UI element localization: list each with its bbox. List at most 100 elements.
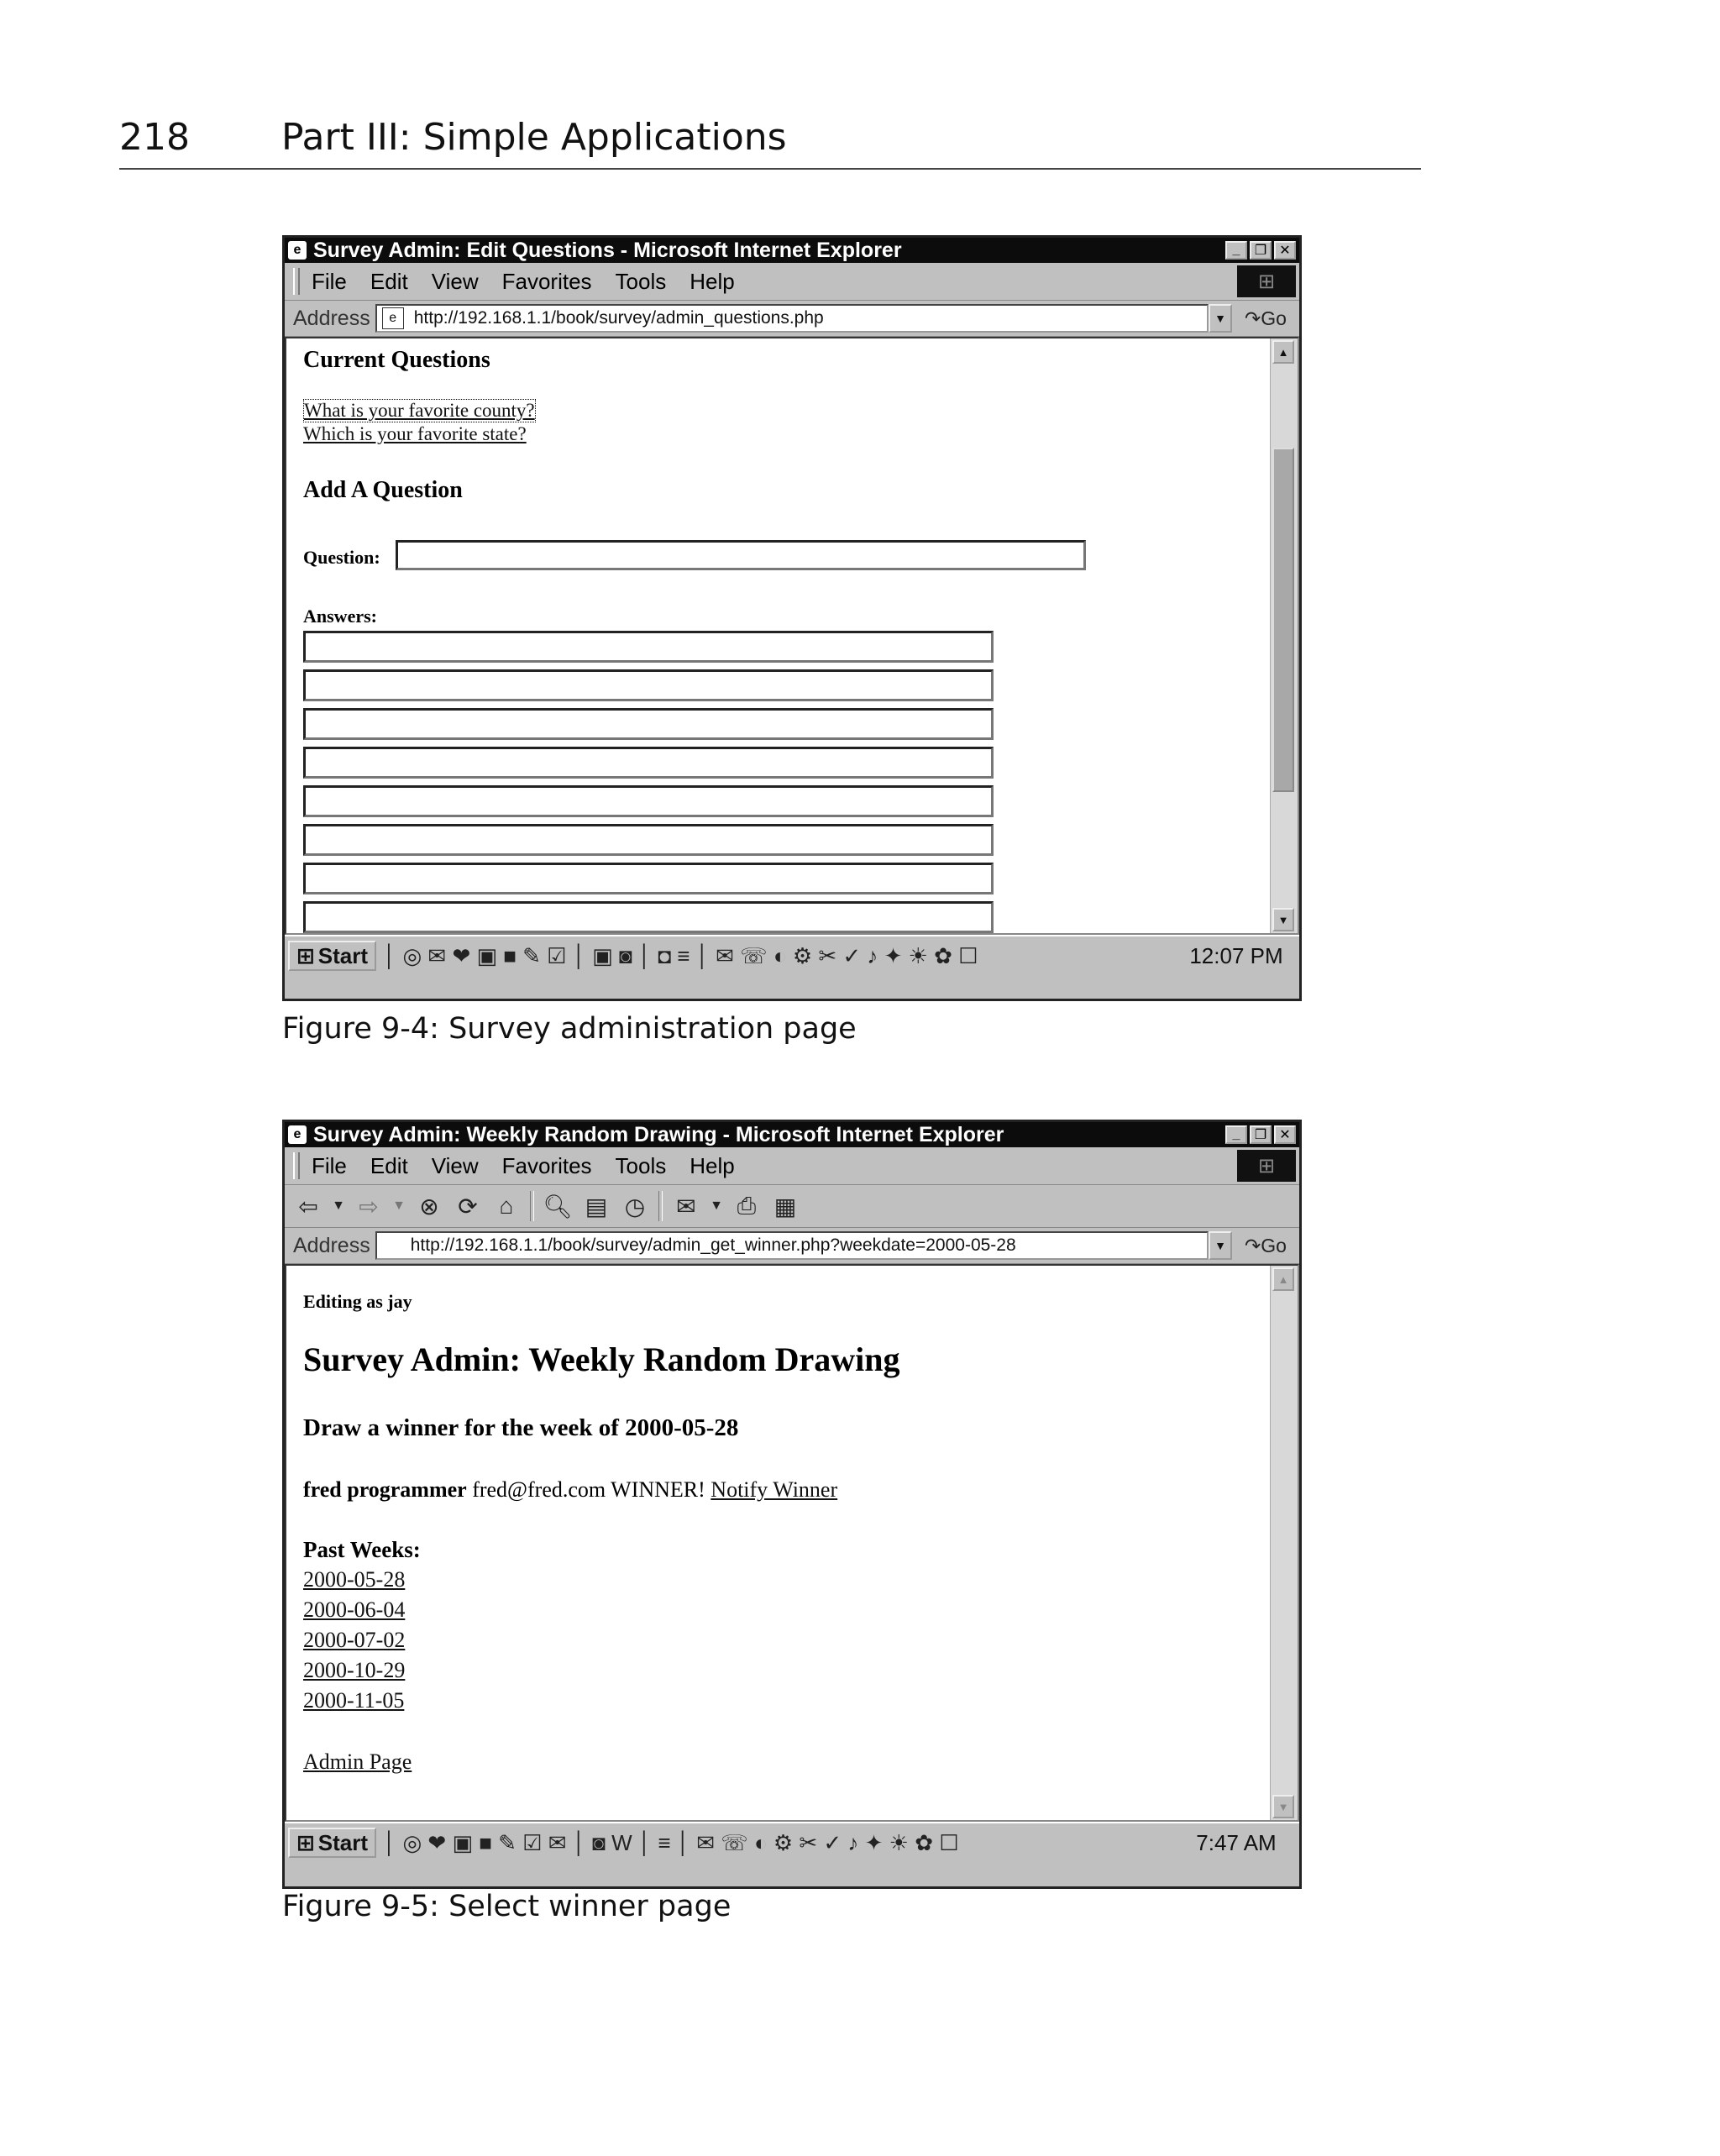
browser-window-edit-questions: e Survey Admin: Edit Questions - Microso… (282, 235, 1302, 1001)
windows-logo-icon: ⊞ (1237, 265, 1296, 297)
winner-email: fred@fred.com (472, 1477, 606, 1502)
page-content: Current Questions What is your favorite … (285, 337, 1299, 935)
scroll-down-arrow-icon[interactable]: ▼ (1272, 908, 1294, 931)
minimize-button[interactable]: _ (1225, 241, 1247, 260)
history-icon[interactable]: ◷ (620, 1191, 650, 1221)
past-week-link[interactable]: 2000-05-28 (303, 1567, 405, 1592)
menu-tools[interactable]: Tools (616, 269, 667, 295)
menu-favorites[interactable]: Favorites (502, 1153, 592, 1179)
winner-status: WINNER! (611, 1477, 705, 1502)
go-button[interactable]: ↷ Go (1232, 307, 1299, 330)
scroll-up-arrow-icon[interactable]: ▲ (1272, 1267, 1294, 1291)
home-icon[interactable]: ⌂ (491, 1191, 522, 1221)
answer-input[interactable] (303, 631, 994, 663)
menu-help[interactable]: Help (690, 269, 734, 295)
draw-subtitle: Draw a winner for the week of 2000-05-28 (303, 1414, 739, 1441)
scrollbar-thumb[interactable] (1272, 448, 1294, 792)
answers-label: Answers: (303, 606, 377, 627)
past-week-link[interactable]: 2000-06-04 (303, 1597, 405, 1623)
vertical-scrollbar[interactable]: ▲ ▼ (1270, 1266, 1298, 1820)
taskbar: ⊞ Start │ ◎ ❤ ▣ ■ ✎ ☑ ✉ │ ◙ W │ ≡ │ ✉ ☏ ◐… (285, 1822, 1299, 1862)
back-icon[interactable]: ⇦ (293, 1191, 323, 1221)
page-title: Survey Admin: Weekly Random Drawing (303, 1340, 900, 1378)
print-icon[interactable]: ⎙ (732, 1191, 762, 1221)
address-input[interactable]: e http://192.168.1.1/book/survey/admin_q… (375, 304, 1209, 333)
scroll-up-arrow-icon[interactable]: ▲ (1272, 340, 1294, 364)
page-content: Editing as jay Survey Admin: Weekly Rand… (285, 1264, 1299, 1822)
window-title: Survey Admin: Weekly Random Drawing - Mi… (313, 1122, 1004, 1146)
menu-file[interactable]: File (312, 269, 347, 295)
windows-flag-icon: ⊞ (296, 942, 315, 968)
question-input[interactable] (396, 540, 1086, 570)
menu-file[interactable]: File (312, 1153, 347, 1179)
editing-as-label: Editing as jay (303, 1291, 412, 1312)
refresh-icon[interactable]: ⟳ (453, 1191, 483, 1221)
stop-icon[interactable]: ⊗ (414, 1191, 444, 1221)
page-icon: e (381, 307, 404, 329)
answer-input[interactable] (303, 824, 994, 856)
quick-launch-icons[interactable]: │ ◎ ❤ ▣ ■ ✎ ☑ ✉ │ ◙ W │ ≡ │ ✉ ☏ ◐ ⚙ ✂ ✓ … (383, 1830, 1167, 1856)
mail-dropdown-icon[interactable]: ▼ (710, 1191, 723, 1221)
restore-button[interactable]: ❐ (1250, 1125, 1272, 1144)
close-button[interactable]: ✕ (1274, 241, 1296, 260)
forward-icon[interactable]: ⇨ (354, 1191, 384, 1221)
past-week-link[interactable]: 2000-11-05 (303, 1688, 404, 1713)
start-button[interactable]: ⊞ Start (288, 1828, 377, 1858)
toolbar-separator (530, 1191, 534, 1221)
title-bar[interactable]: e Survey Admin: Edit Questions - Microso… (285, 238, 1299, 263)
menu-tools[interactable]: Tools (616, 1153, 667, 1179)
menu-edit[interactable]: Edit (370, 269, 408, 295)
search-icon[interactable]: 🔍︎ (543, 1191, 573, 1221)
past-week-link[interactable]: 2000-10-29 (303, 1658, 405, 1683)
menu-bar: File Edit View Favorites Tools Help ⊞ (285, 1147, 1299, 1185)
answer-input[interactable] (303, 708, 994, 740)
menu-edit[interactable]: Edit (370, 1153, 408, 1179)
address-url: http://192.168.1.1/book/survey/admin_get… (410, 1235, 1016, 1255)
favorites-icon[interactable]: ▤ (581, 1191, 611, 1221)
question-link[interactable]: What is your favorite county? (303, 399, 536, 422)
answer-input[interactable] (303, 901, 994, 933)
menu-favorites[interactable]: Favorites (502, 269, 592, 295)
toolbar-grip[interactable] (293, 1152, 300, 1179)
edit-icon[interactable]: ▦ (770, 1191, 800, 1221)
past-week-link[interactable]: 2000-07-02 (303, 1628, 405, 1653)
menu-help[interactable]: Help (690, 1153, 734, 1179)
title-bar[interactable]: e Survey Admin: Weekly Random Drawing - … (285, 1122, 1299, 1147)
address-dropdown-button[interactable]: ▼ (1209, 1231, 1232, 1260)
address-url: http://192.168.1.1/book/survey/admin_que… (413, 308, 824, 328)
answer-input[interactable] (303, 669, 994, 701)
vertical-scrollbar[interactable]: ▲ ▼ (1270, 338, 1298, 933)
menu-view[interactable]: View (432, 269, 479, 295)
address-label: Address (293, 306, 370, 330)
go-button[interactable]: ↷ Go (1232, 1235, 1299, 1257)
forward-dropdown-icon[interactable]: ▼ (392, 1191, 406, 1221)
figure-caption: Figure 9-5: Select winner page (282, 1890, 732, 1923)
ie-icon: e (288, 1125, 307, 1144)
taskbar-clock: 7:47 AM (1196, 1829, 1277, 1855)
windows-logo-icon: ⊞ (1237, 1150, 1296, 1182)
figure-caption: Figure 9-4: Survey administration page (282, 1012, 857, 1046)
toolbar-grip[interactable] (293, 268, 300, 295)
address-dropdown-button[interactable]: ▼ (1209, 304, 1232, 333)
running-head: Part III: Simple Applications (281, 116, 787, 159)
mail-icon[interactable]: ✉ (671, 1191, 701, 1221)
close-button[interactable]: ✕ (1274, 1125, 1296, 1144)
menu-bar: File Edit View Favorites Tools Help ⊞ (285, 263, 1299, 301)
answer-input[interactable] (303, 785, 994, 817)
address-input[interactable]: http://192.168.1.1/book/survey/admin_get… (375, 1231, 1209, 1260)
menu-view[interactable]: View (432, 1153, 479, 1179)
notify-winner-link[interactable]: Notify Winner (711, 1477, 837, 1502)
standard-toolbar: ⇦ ▼ ⇨ ▼ ⊗ ⟳ ⌂ 🔍︎ ▤ ◷ ✉ ▼ ⎙ ▦ (285, 1185, 1299, 1228)
back-dropdown-icon[interactable]: ▼ (332, 1191, 345, 1221)
answer-input[interactable] (303, 747, 994, 779)
page-number: 218 (119, 116, 190, 159)
admin-page-link[interactable]: Admin Page (303, 1749, 412, 1775)
current-questions-heading: Current Questions (303, 347, 490, 373)
question-link[interactable]: Which is your favorite state? (303, 423, 527, 445)
scroll-down-arrow-icon[interactable]: ▼ (1272, 1795, 1294, 1818)
quick-launch-icons[interactable]: │ ◎ ✉ ❤ ▣ ■ ✎ ☑ │ ▣ ◙ │ ◘ ≡ │ ✉ ☏ ◐ ⚙ ✂ … (383, 943, 1167, 969)
start-button[interactable]: ⊞ Start (288, 941, 377, 971)
answer-input[interactable] (303, 863, 994, 894)
minimize-button[interactable]: _ (1225, 1125, 1247, 1144)
restore-button[interactable]: ❐ (1250, 241, 1272, 260)
